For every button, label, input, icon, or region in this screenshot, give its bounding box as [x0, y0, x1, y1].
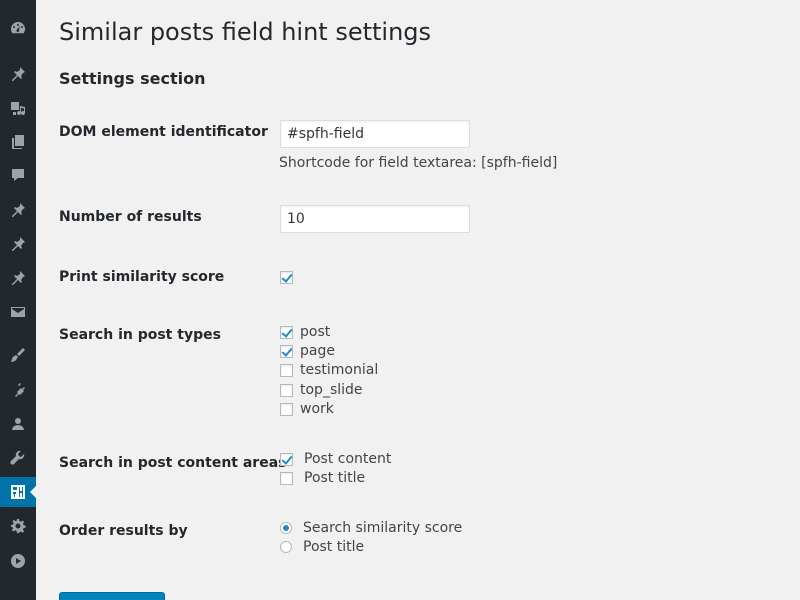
post-type-label-top-slide: top_slide [300, 382, 363, 398]
order-by-label: Order results by [59, 523, 188, 539]
post-type-option-top-slide: top_slide [280, 381, 363, 399]
pin-icon[interactable] [0, 263, 36, 293]
content-area-checkbox-content[interactable] [280, 452, 293, 466]
post-type-label-page: page [300, 343, 335, 359]
tools-icon[interactable] [0, 444, 36, 474]
active-menu-arrow [30, 485, 37, 499]
print-similarity-checkbox[interactable] [280, 270, 293, 284]
print-similarity-label: Print similarity score [59, 269, 225, 285]
post-type-checkbox-top-slide[interactable] [280, 383, 293, 397]
post-type-label-testimonial: testimonial [300, 362, 379, 378]
post-type-checkbox-work[interactable] [280, 402, 293, 416]
content-area-label-content: Post content [304, 451, 392, 467]
play-icon[interactable] [0, 546, 36, 576]
dom-element-input[interactable] [280, 120, 470, 148]
number-of-results-input[interactable] [280, 205, 470, 233]
content-area-option-content: Post content [280, 450, 391, 468]
comments-icon[interactable] [0, 160, 36, 190]
order-by-label-title: Post title [303, 539, 365, 555]
order-by-label-score: Search similarity score [303, 520, 463, 536]
post-type-label-post: post [300, 324, 331, 340]
dom-element-label: DOM element identificator [59, 124, 268, 140]
posts-pin-icon[interactable] [0, 59, 36, 89]
pin-icon[interactable] [0, 229, 36, 259]
settings-icon[interactable] [0, 477, 37, 507]
post-types-label: Search in post types [59, 327, 221, 343]
content-area-label-title: Post title [304, 470, 366, 486]
post-type-label-work: work [300, 401, 334, 417]
order-by-radio-title[interactable] [280, 541, 292, 553]
order-by-option-title: Post title [280, 538, 364, 556]
order-by-radio-score[interactable] [280, 522, 292, 534]
dashboard-icon[interactable] [0, 13, 36, 43]
plugins-icon[interactable] [0, 375, 36, 405]
appearance-icon[interactable] [0, 340, 36, 370]
users-icon[interactable] [0, 409, 36, 439]
post-type-checkbox-testimonial[interactable] [280, 363, 293, 377]
content-area-option-title: Post title [280, 469, 365, 487]
pin-icon[interactable] [0, 195, 36, 225]
post-type-option-testimonial: testimonial [280, 361, 378, 379]
gear-icon[interactable] [0, 511, 36, 541]
content-areas-label: Search in post content areas [59, 455, 287, 471]
page-title: Similar posts field hint settings [59, 18, 432, 46]
section-title: Settings section [59, 69, 206, 88]
post-type-checkbox-post[interactable] [280, 325, 293, 339]
print-similarity-option [280, 268, 293, 286]
pages-icon[interactable] [0, 127, 36, 157]
post-type-checkbox-page[interactable] [280, 344, 293, 358]
number-of-results-label: Number of results [59, 209, 202, 225]
media-icon[interactable] [0, 93, 36, 123]
post-type-option-post: post [280, 323, 330, 341]
post-type-option-page: page [280, 342, 335, 360]
mail-icon[interactable] [0, 297, 36, 327]
settings-page: Similar posts field hint settings Settin… [59, 0, 800, 600]
admin-sidebar [0, 0, 37, 600]
save-changes-button[interactable] [59, 592, 165, 600]
post-type-option-work: work [280, 400, 334, 418]
content-area-checkbox-title[interactable] [280, 471, 293, 485]
order-by-option-score: Search similarity score [280, 519, 462, 537]
dom-element-hint: Shortcode for field textarea: [spfh-fiel… [279, 155, 558, 171]
